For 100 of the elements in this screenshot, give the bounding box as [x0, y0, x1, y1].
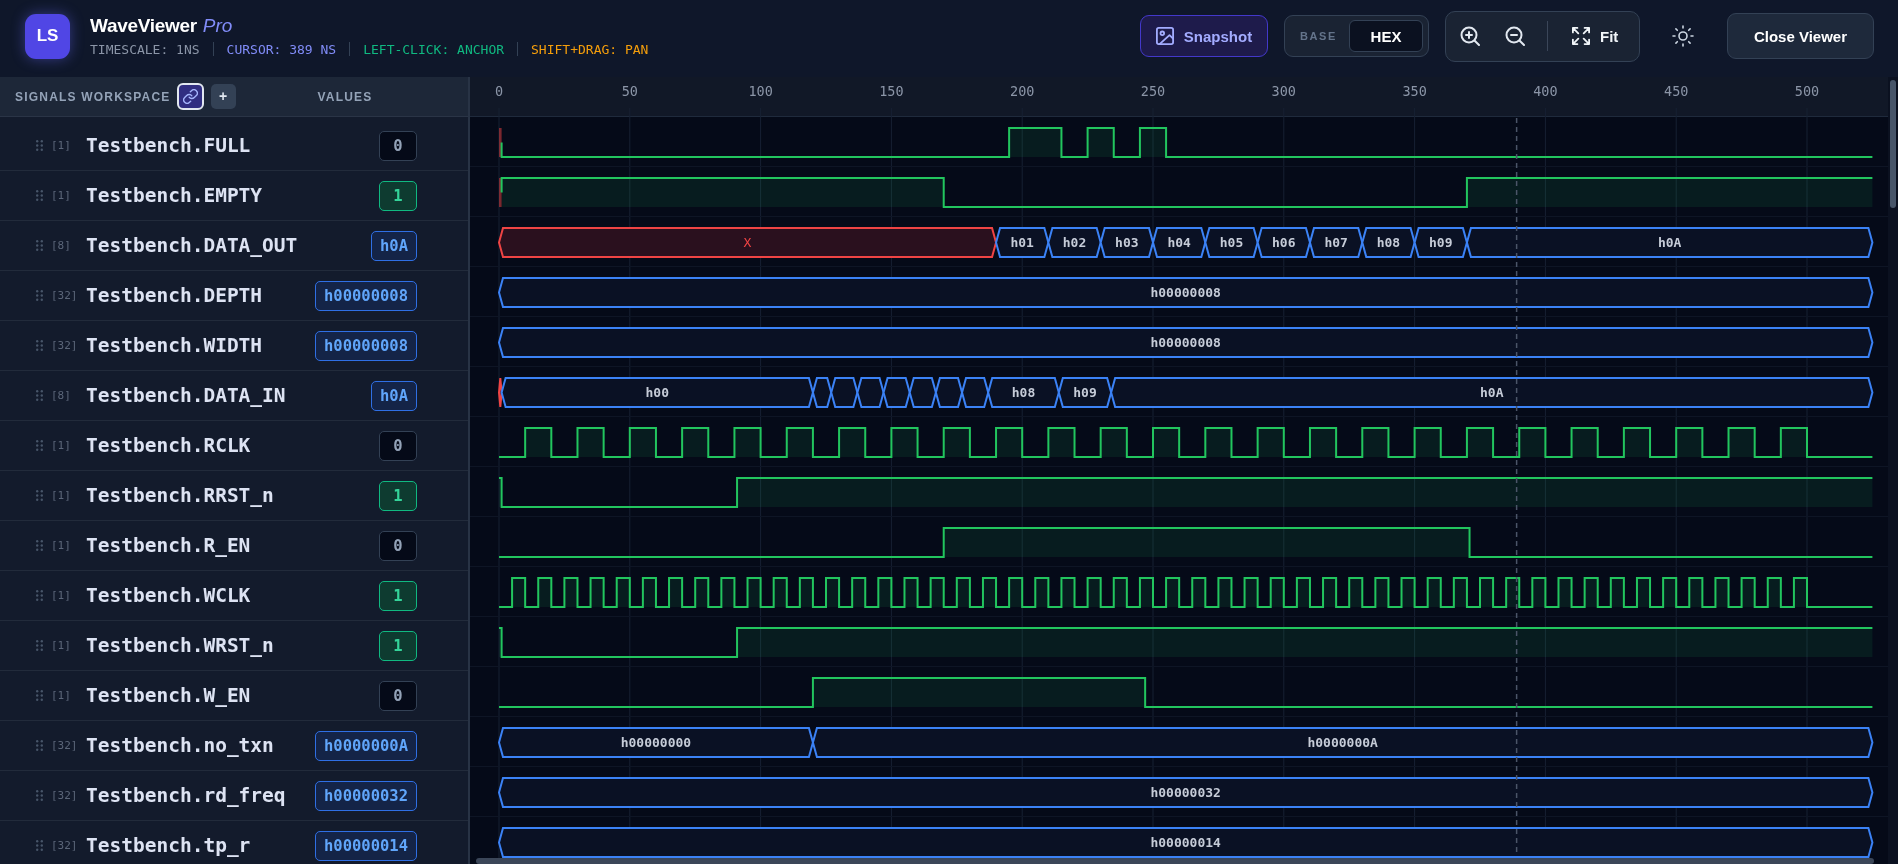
bus-value: h00000032 — [1150, 785, 1221, 800]
bus-segment — [1099, 227, 1155, 258]
bus-segment — [1204, 227, 1259, 258]
time-tick-label: 500 — [1794, 83, 1820, 99]
drag-handle-icon[interactable] — [36, 190, 43, 201]
signal-value: 0 — [379, 130, 417, 161]
status-hint: SHIFT+DRAG: PAN — [531, 42, 649, 56]
close-viewer-button[interactable]: Close Viewer — [1727, 13, 1874, 59]
bit-width-label: [32] — [51, 739, 79, 752]
bus-segment — [1151, 227, 1207, 258]
signal-name: Testbench.W_EN — [86, 684, 251, 707]
add-signal-button[interactable]: + — [210, 84, 236, 109]
bus-value: h0A — [1657, 235, 1682, 250]
signal-value: h0000000A — [315, 730, 417, 761]
bus-value: h04 — [1167, 235, 1191, 250]
signal-name: Testbench.no_txn — [86, 734, 274, 757]
signal-name: Testbench.WIDTH — [86, 334, 263, 357]
time-tick-label: 150 — [879, 83, 904, 99]
bus-value: h02 — [1062, 235, 1087, 250]
signal-value: h00000008 — [315, 280, 417, 311]
bus-value: h00 — [645, 385, 669, 400]
signal-name: Testbench.EMPTY — [86, 184, 263, 207]
bus-segment — [856, 377, 885, 408]
signal-value: h0A — [371, 380, 417, 411]
drag-handle-icon[interactable] — [36, 140, 43, 151]
horizontal-scrollbar-thumb[interactable] — [476, 858, 1874, 864]
bus-value: h00000000 — [620, 735, 692, 750]
time-tick-label: 0 — [494, 83, 504, 99]
bus-value: h06 — [1272, 235, 1296, 250]
drag-handle-icon[interactable] — [36, 790, 43, 801]
bit-width-label: [8] — [51, 239, 72, 252]
time-tick-label: 350 — [1402, 83, 1427, 99]
bit-width-label: [32] — [51, 289, 79, 302]
bus-value: h0000000A — [1307, 735, 1378, 750]
expand-icon — [1572, 27, 1590, 45]
signal-name: Testbench.FULL — [86, 134, 251, 157]
time-tick-label: 200 — [1010, 83, 1035, 99]
time-tick-label: 250 — [1140, 83, 1166, 99]
signal-name: Testbench.tp_r — [86, 834, 251, 857]
bus-value: h00000008 — [1150, 285, 1221, 300]
bus-value: h09 — [1073, 385, 1097, 400]
signal-value: 1 — [379, 630, 417, 661]
bus-value: h07 — [1324, 235, 1348, 250]
bus-segment — [1361, 227, 1416, 258]
link-icon — [182, 89, 198, 104]
bus-value: h03 — [1115, 235, 1139, 250]
signal-value: 1 — [379, 580, 417, 611]
base-select[interactable]: HEX — [1349, 20, 1423, 52]
signal-name: Testbench.WRST_n — [86, 634, 274, 657]
bus-segment — [1308, 227, 1364, 258]
signal-value: 1 — [379, 480, 417, 511]
app-title: WaveViewer — [90, 16, 197, 35]
drag-handle-icon[interactable] — [36, 840, 43, 851]
bus-segment — [995, 227, 1050, 258]
bus-value: h01 — [1010, 235, 1034, 250]
drag-handle-icon[interactable] — [36, 690, 43, 701]
time-tick-label: 50 — [621, 83, 638, 99]
edition-label: Pro — [202, 16, 233, 35]
drag-handle-icon[interactable] — [36, 340, 43, 351]
snapshot-button[interactable]: Snapshot — [1140, 15, 1268, 57]
drag-handle-icon[interactable] — [36, 240, 43, 251]
signal-name: Testbench.DATA_OUT — [86, 234, 298, 257]
vertical-scrollbar-thumb[interactable] — [1890, 80, 1896, 208]
drag-handle-icon[interactable] — [36, 740, 43, 751]
unknown-value: X — [743, 235, 752, 250]
bit-width-label: [32] — [51, 339, 79, 352]
signal-name: Testbench.WCLK — [86, 584, 251, 607]
base-label: BASE — [1300, 30, 1337, 42]
drag-handle-icon[interactable] — [36, 540, 43, 551]
bus-value: h09 — [1429, 235, 1453, 250]
signal-name: Testbench.RRST_n — [86, 484, 274, 507]
signal-value: h00000032 — [315, 780, 417, 811]
signal-name: Testbench.DATA_IN — [86, 384, 286, 407]
bus-segment — [830, 377, 859, 408]
drag-handle-icon[interactable] — [36, 590, 43, 601]
signal-value: h00000014 — [315, 830, 417, 861]
time-tick-label: 400 — [1533, 83, 1558, 99]
bit-width-label: [1] — [51, 439, 72, 452]
drag-handle-icon[interactable] — [36, 490, 43, 501]
zoom-out-icon — [1505, 26, 1525, 46]
bit-width-label: [32] — [51, 789, 79, 802]
drag-handle-icon[interactable] — [36, 390, 43, 401]
bit-width-label: [32] — [51, 839, 79, 852]
bit-width-label: [1] — [51, 639, 72, 652]
bus-segment — [882, 377, 911, 408]
status-hint: TIMESCALE: 1NS — [90, 42, 200, 56]
bus-value: h08 — [1011, 385, 1036, 400]
drag-handle-icon[interactable] — [36, 290, 43, 301]
bus-segment — [1047, 227, 1102, 258]
fit-button[interactable]: Fit — [1562, 18, 1629, 54]
link-toggle-button[interactable] — [176, 83, 204, 110]
time-tick-label: 300 — [1271, 83, 1296, 99]
sun-icon — [1672, 25, 1694, 47]
status-hint: LEFT-CLICK: ANCHOR — [363, 42, 505, 56]
drag-handle-icon[interactable] — [36, 440, 43, 451]
signal-name: Testbench.R_EN — [86, 534, 251, 557]
image-icon — [1155, 27, 1174, 45]
drag-handle-icon[interactable] — [36, 640, 43, 651]
unknown-marker — [499, 178, 502, 207]
bus-value: h00000014 — [1150, 835, 1221, 850]
